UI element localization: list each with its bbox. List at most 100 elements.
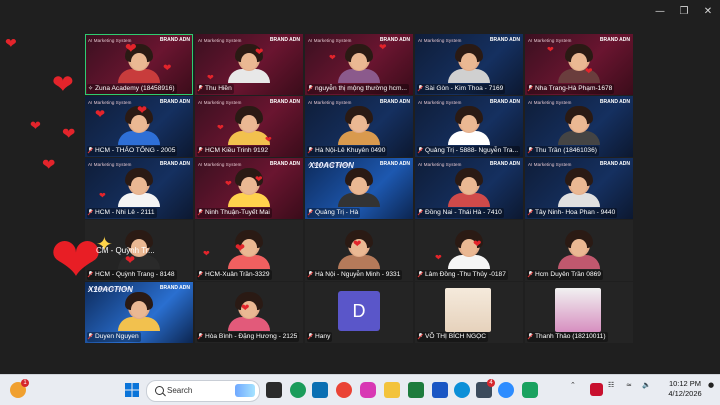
tile-header-right: BRAND ADN xyxy=(269,99,300,105)
tile-header-right: BRAND ADN xyxy=(379,99,410,105)
mic-muted-icon xyxy=(418,271,423,277)
participant-tile[interactable]: ❤ ❤ Lâm Đồng -Thu Thủy -0187 xyxy=(415,220,523,281)
heart-reaction-icon: ❤ xyxy=(30,119,41,134)
mic-muted-icon xyxy=(88,147,93,153)
participant-tile[interactable]: ❤ Hà Nội - Nguyễn Minh - 9331 xyxy=(305,220,413,281)
wifi-icon[interactable]: ≈ xyxy=(626,381,632,389)
chevron-up-icon[interactable]: ⌃ xyxy=(570,381,576,389)
participant-name: Duyen Nguyen xyxy=(95,333,139,340)
file-explorer-icon[interactable] xyxy=(384,382,400,398)
heart-reaction-icon: ❤ xyxy=(241,303,250,314)
participant-tile[interactable]: VÕ THỊ BÍCH NGỌC xyxy=(415,282,523,343)
participant-tile[interactable]: AI Marketing System BRAND ADN ❤ ❤ Thu Hiền xyxy=(195,34,303,95)
minimize-icon[interactable]: — xyxy=(652,5,668,19)
heart-reaction-icon: ❤ xyxy=(203,249,210,258)
participant-name: Thanh Thảo (18210011) xyxy=(535,333,606,340)
heart-reaction-icon: ❤ xyxy=(42,155,56,174)
participant-video xyxy=(338,168,380,207)
mic-muted-icon xyxy=(418,85,423,91)
search-placeholder: Search xyxy=(167,386,193,395)
participant-tile[interactable]: AI Marketing System BRAND ADN Đồng Nai - T… xyxy=(415,158,523,219)
participant-name-label: Quảng Trị - 5888- Nguyễn Tra... xyxy=(417,146,521,156)
video-grid: AI Marketing System BRAND ADN ❤ ❤ ✧ Zuna Acad… xyxy=(85,34,634,346)
participant-name-label: Duyen Nguyen xyxy=(87,332,141,342)
tile-header-right: BRAND ADN xyxy=(159,285,190,291)
language-icon[interactable]: ☷ xyxy=(608,381,614,389)
participant-tile[interactable]: AI Marketing System BRAND ADN ❤ ❤ HCM - THẢO… xyxy=(85,96,193,157)
mic-muted-icon xyxy=(308,209,313,215)
participant-tile[interactable]: D Hany xyxy=(305,282,413,343)
chrome-icon[interactable] xyxy=(290,382,306,398)
tile-header-left: AI Marketing System xyxy=(418,100,462,105)
app-icon[interactable] xyxy=(522,382,538,398)
terminal-icon[interactable]: 4 xyxy=(476,379,495,398)
heart-reaction-icon: ❤ xyxy=(163,63,172,74)
notification-badge: 1 xyxy=(21,379,29,387)
participant-tile[interactable]: AI Marketing System BRAND ADN ❤ HCM - Nhi L… xyxy=(85,158,193,219)
participant-name: Thu Trần (18461036) xyxy=(535,147,597,154)
mic-muted-icon xyxy=(418,333,423,339)
participant-tile[interactable]: AI Marketing System BRAND ADN Quảng Trị - … xyxy=(415,96,523,157)
participant-tile[interactable]: Hcm Duyên Trần 0869 xyxy=(525,220,633,281)
store-icon[interactable] xyxy=(312,382,328,398)
start-icon[interactable] xyxy=(124,382,140,398)
tile-header-right: BRAND ADN xyxy=(599,161,630,167)
participant-tile[interactable]: ❤ Hòa Bình - Đặng Hương - 2125 xyxy=(195,282,303,343)
participant-tile[interactable]: AI Marketing System BRAND ADN ❤ ❤ HCM Kiều T… xyxy=(195,96,303,157)
participant-name-label: Tây Ninh- Hoa Phan - 9440 xyxy=(527,208,618,218)
edge-icon[interactable] xyxy=(454,382,470,398)
browser-icon[interactable] xyxy=(336,382,352,398)
participant-name: nguyễn thị mộng thường hcm... xyxy=(315,85,407,92)
task-view-icon[interactable] xyxy=(266,382,282,398)
participant-tile[interactable]: AI Marketing System BRAND ADN ❤ ❤ nguyễn thị… xyxy=(305,34,413,95)
tile-header-left: AI Marketing System xyxy=(528,162,572,167)
close-icon[interactable]: ✕ xyxy=(700,5,716,19)
tile-header-right: BRAND ADN xyxy=(159,161,190,167)
mic-muted-icon xyxy=(198,147,203,153)
participant-video xyxy=(338,106,380,145)
participant-name: HCM - Nhi Lê - 2111 xyxy=(95,209,155,216)
tile-header-right: BRAND ADN xyxy=(599,99,630,105)
participant-name: Hà Nội-Lê Khuyên 0490 xyxy=(315,147,386,154)
participant-tile[interactable]: AI Marketing System BRAND ADN Sài Gòn - Ki… xyxy=(415,34,523,95)
word-icon[interactable] xyxy=(432,382,448,398)
copilot-icon[interactable] xyxy=(360,382,376,398)
heart-reaction-icon: ❤ xyxy=(95,107,106,121)
zoom-icon[interactable] xyxy=(498,382,514,398)
participant-image xyxy=(445,288,491,332)
participant-tile[interactable]: AI Marketing System BRAND ADN Hà Nội-Lê Kh… xyxy=(305,96,413,157)
tile-header-right: BRAND ADN xyxy=(379,161,410,167)
taskbar-search[interactable]: Search xyxy=(146,380,260,402)
participant-name: HCM Kiều Trinh 9192 xyxy=(205,147,269,154)
participant-name: Hcm Duyên Trần 0869 xyxy=(535,271,601,278)
participant-name-label: HCM Kiều Trinh 9192 xyxy=(197,146,271,156)
participant-tile[interactable]: Thanh Thảo (18210011) xyxy=(525,282,633,343)
participant-tile[interactable]: AI Marketing System BRAND ADN X10ACTION Quả… xyxy=(305,158,413,219)
tile-header-right: BRAND ADN xyxy=(489,161,520,167)
antivirus-icon[interactable] xyxy=(590,383,603,396)
participant-tile[interactable]: AI Marketing System BRAND ADN ❤ ❤ Ninh Thuận… xyxy=(195,158,303,219)
participant-tile[interactable]: AI Marketing System BRAND ADN ❤ ❤ Nha Trang-… xyxy=(525,34,633,95)
mic-muted-icon xyxy=(88,333,93,339)
participant-tile[interactable]: AI Marketing System BRAND ADN ❤ ❤ ✧ Zuna Acad… xyxy=(85,34,193,95)
tile-header-left: AI Marketing System xyxy=(528,100,572,105)
mic-muted-icon xyxy=(528,333,533,339)
participant-tile[interactable]: AI Marketing System BRAND ADN Tây Ninh- Ho… xyxy=(525,158,633,219)
participant-name-label: nguyễn thị mộng thường hcm... xyxy=(307,84,409,94)
notification-icon[interactable]: ● xyxy=(708,381,714,389)
participant-tile[interactable]: ❤ ❤ HCM-Xuân Trần-3329 xyxy=(195,220,303,281)
participant-name-label: ✧ Zuna Academy (18458916) xyxy=(87,84,177,94)
weather-icon[interactable]: 1 xyxy=(10,379,29,398)
participant-name-label: Thu Trần (18461036) xyxy=(527,146,599,156)
volume-icon[interactable]: 🔈 xyxy=(642,381,651,389)
restore-icon[interactable]: ❐ xyxy=(676,5,692,19)
participant-name: Zuna Academy (18458916) xyxy=(95,85,175,92)
heart-reaction-icon: ❤ xyxy=(235,241,246,255)
participant-name: HCM - THẢO TỐNG - 2005 xyxy=(95,147,176,154)
taskbar-clock[interactable]: 10:12 PM 4/12/2026 xyxy=(665,379,705,399)
heart-reaction-icon: ❤ xyxy=(255,47,264,58)
excel-icon[interactable] xyxy=(408,382,424,398)
participant-tile[interactable]: AI Marketing System BRAND ADN Thu Trần (18… xyxy=(525,96,633,157)
participant-name-label: HCM - THẢO TỐNG - 2005 xyxy=(87,146,178,156)
heart-reaction-icon: ❤ xyxy=(207,73,214,82)
